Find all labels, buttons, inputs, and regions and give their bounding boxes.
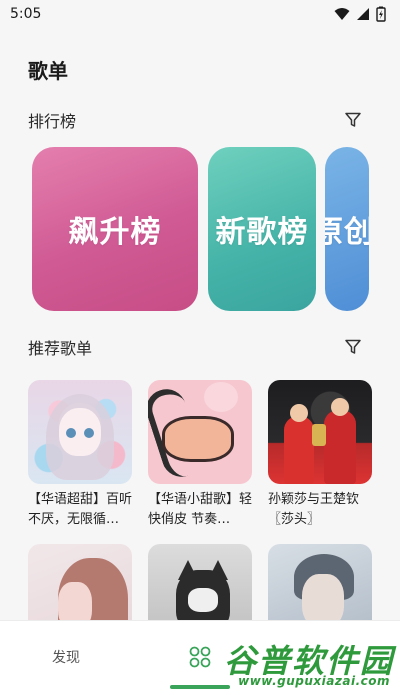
status-time: 5:05 — [10, 6, 42, 22]
watermark: 谷普软件园 www.gupuxiazai.com — [206, 636, 394, 694]
battery-icon — [376, 6, 386, 22]
ranking-card-label: 原创 — [325, 215, 369, 250]
status-icons — [334, 6, 386, 22]
recommended-filter-button[interactable] — [342, 336, 364, 358]
ranking-card-label: 飙升榜 — [68, 215, 162, 250]
playlist-card[interactable]: 孙颖莎与王楚钦〖莎头〗 — [268, 380, 372, 530]
ranking-card-label: 新歌榜 — [215, 215, 309, 250]
status-bar: 5:05 — [0, 0, 400, 28]
page-title: 歌单 — [28, 59, 68, 83]
ranking-card-new-songs[interactable]: 新歌榜 — [208, 147, 316, 311]
playlist-cover — [268, 380, 372, 484]
ranking-card-soaring[interactable]: 飙升榜 — [32, 147, 198, 311]
playlist-cover — [148, 380, 252, 484]
ranking-filter-button[interactable] — [342, 109, 364, 131]
filter-icon — [345, 339, 361, 354]
ranking-card-original[interactable]: 原创 — [325, 147, 369, 311]
recommended-header: 推荐歌单 — [28, 335, 364, 359]
signal-icon — [357, 8, 369, 20]
playlist-card[interactable]: 【华语小甜歌】轻快俏皮 节奏… — [148, 380, 252, 530]
playlist-title: 孙颖莎与王楚钦〖莎头〗 — [268, 492, 360, 527]
nav-tab-discover[interactable]: 发现 — [52, 647, 80, 667]
recommended-title: 推荐歌单 — [28, 339, 93, 358]
playlist-title: 【华语超甜】百听不厌，无限循… — [28, 492, 132, 527]
watermark-url: www.gupuxiazai.com — [238, 674, 390, 688]
ranking-carousel[interactable]: 飙升榜 新歌榜 原创 — [32, 147, 400, 313]
filter-icon — [345, 112, 361, 127]
ranking-header: 排行榜 — [28, 108, 364, 132]
playlist-title: 【华语小甜歌】轻快俏皮 节奏… — [148, 492, 252, 527]
playlist-cover — [28, 380, 132, 484]
playlist-card[interactable]: 【华语超甜】百听不厌，无限循… — [28, 380, 132, 530]
wifi-icon — [334, 8, 350, 20]
ranking-title: 排行榜 — [28, 112, 77, 131]
